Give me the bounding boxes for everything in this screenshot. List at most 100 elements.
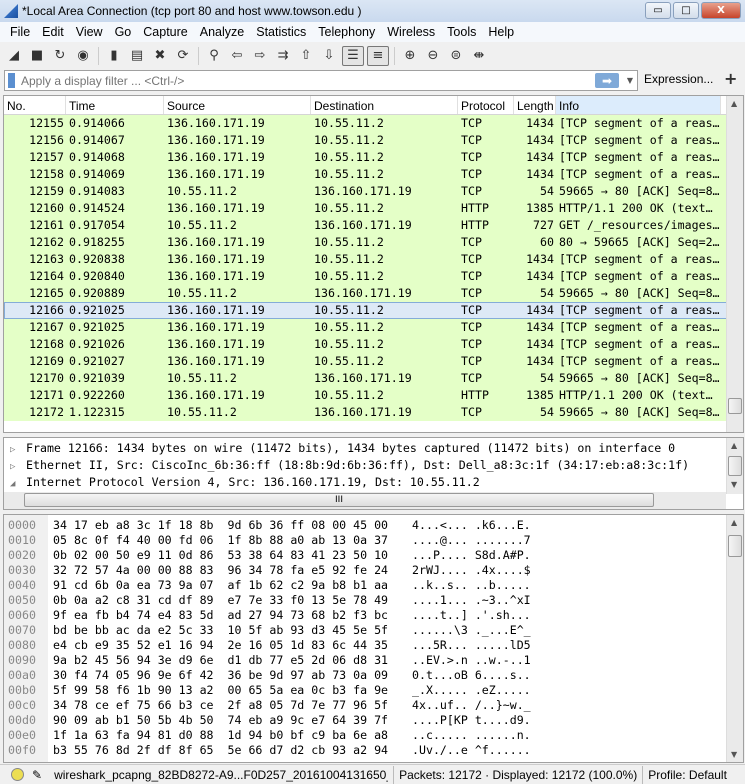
profile-label[interactable]: Profile: Default: [648, 768, 727, 782]
packet-row[interactable]: 12162 0.918255 136.160.171.19 10.55.11.2 TCP…: [4, 234, 743, 251]
start-capture-button[interactable]: ◢: [4, 46, 24, 66]
packet-row[interactable]: 12172 1.122315 10.55.11.2 136.160.171.19 TCP…: [4, 404, 743, 421]
hex-bytes[interactable]: bd be bb ac da e2 5c 33 10 5f ab 93 d3 4…: [53, 623, 388, 638]
packet-row[interactable]: 12169 0.921027 136.160.171.19 10.55.11.2 TCP…: [4, 353, 743, 370]
hex-ascii[interactable]: ...5R... .....lD5: [412, 638, 531, 653]
apply-filter-button[interactable]: ➡: [595, 73, 619, 88]
hex-ascii[interactable]: 4x..uf.. /..}~w._: [412, 698, 531, 713]
packet-row[interactable]: 12166 0.921025 136.160.171.19 10.55.11.2 TCP…: [4, 302, 743, 319]
expert-info-icon[interactable]: [11, 768, 24, 781]
menu-go[interactable]: Go: [109, 25, 138, 39]
maximize-button[interactable]: □: [673, 2, 699, 19]
hex-bytes[interactable]: 32 72 57 4a 00 00 88 83 96 34 78 fa e5 9…: [53, 563, 388, 578]
hex-ascii[interactable]: ......\3 ._...E^_: [412, 623, 531, 638]
hex-ascii[interactable]: .Uv./..e ^f......: [412, 743, 531, 758]
bytes-scrollbar[interactable]: ▲ ▼: [726, 515, 743, 762]
hex-ascii[interactable]: 4...<... .k6...E.: [412, 518, 531, 533]
edit-comment-icon[interactable]: ✎: [32, 768, 42, 782]
column-header-info[interactable]: Info: [556, 96, 721, 114]
hex-ascii[interactable]: ....t..] .'.sh...: [412, 608, 531, 623]
go-last-button[interactable]: ⇩: [319, 46, 339, 66]
hex-bytes[interactable]: 9f ea fb b4 74 e4 83 5d ad 27 94 73 68 b…: [53, 608, 388, 623]
hex-bytes[interactable]: 91 cd 6b 0a ea 73 9a 07 af 1b 62 c2 9a b…: [53, 578, 388, 593]
packet-row[interactable]: 12155 0.914066 136.160.171.19 10.55.11.2 TCP…: [4, 115, 743, 132]
hscroll-thumb[interactable]: III: [24, 493, 654, 507]
menu-analyze[interactable]: Analyze: [194, 25, 250, 39]
hex-bytes[interactable]: 0b 02 00 50 e9 11 0d 86 53 38 64 83 41 2…: [53, 548, 388, 563]
menu-telephony[interactable]: Telephony: [312, 25, 381, 39]
scroll-up-icon[interactable]: ▲: [731, 518, 737, 527]
capture-options-button[interactable]: ◉: [73, 46, 93, 66]
column-header-protocol[interactable]: Protocol: [458, 96, 514, 114]
filter-history-dropdown[interactable]: ▼: [623, 76, 637, 85]
menu-tools[interactable]: Tools: [441, 25, 482, 39]
menu-statistics[interactable]: Statistics: [250, 25, 312, 39]
scroll-thumb[interactable]: [728, 535, 742, 557]
packet-row[interactable]: 12156 0.914067 136.160.171.19 10.55.11.2 TCP…: [4, 132, 743, 149]
bookmark-icon[interactable]: [8, 73, 15, 88]
packet-row[interactable]: 12170 0.921039 10.55.11.2 136.160.171.19 TCP…: [4, 370, 743, 387]
packet-row[interactable]: 12159 0.914083 10.55.11.2 136.160.171.19 TCP…: [4, 183, 743, 200]
restart-capture-button[interactable]: ↻: [50, 46, 70, 66]
hex-ascii[interactable]: ..k..s.. ..b.....: [412, 578, 531, 593]
hex-ascii[interactable]: ....P[KP t....d9.: [412, 713, 531, 728]
hex-bytes[interactable]: 0b 0a a2 c8 31 cd df 89 e7 7e 33 f0 13 5…: [53, 593, 388, 608]
hex-bytes[interactable]: 5f 99 58 f6 1b 90 13 a2 00 65 5a ea 0c b…: [53, 683, 388, 698]
packet-list-scrollbar[interactable]: ▲: [726, 96, 743, 432]
detail-tree-item[interactable]: ◢ Internet Protocol Version 4, Src: 136.1…: [4, 474, 743, 491]
details-hscrollbar[interactable]: III: [4, 492, 726, 509]
column-header-source[interactable]: Source: [164, 96, 311, 114]
close-file-button[interactable]: ✖: [150, 46, 170, 66]
hex-ascii[interactable]: _.X..... .eZ.....: [412, 683, 531, 698]
hex-bytes[interactable]: 34 17 eb a8 3c 1f 18 8b 9d 6b 36 ff 08 0…: [53, 518, 388, 533]
packet-row[interactable]: 12168 0.921026 136.160.171.19 10.55.11.2 TCP…: [4, 336, 743, 353]
details-scrollbar[interactable]: ▲ ▼: [726, 438, 743, 494]
hex-ascii[interactable]: ....@... .......7: [412, 533, 531, 548]
column-header-destination[interactable]: Destination: [311, 96, 458, 114]
zoom-out-button[interactable]: ⊖: [423, 46, 443, 66]
detail-tree-item[interactable]: ▷ Frame 12166: 1434 bytes on wire (11472 …: [4, 440, 743, 457]
column-header-time[interactable]: Time: [66, 96, 164, 114]
hex-bytes[interactable]: 1f 1a 63 fa 94 81 d0 88 1d 94 b0 bf c9 b…: [53, 728, 388, 743]
packet-row[interactable]: 12157 0.914068 136.160.171.19 10.55.11.2 TCP…: [4, 149, 743, 166]
hex-bytes[interactable]: e4 cb e9 35 52 e1 16 94 2e 16 05 1d 83 6…: [53, 638, 388, 653]
scroll-down-icon[interactable]: ▼: [731, 750, 737, 759]
colorize-button[interactable]: ≡: [367, 45, 389, 66]
find-packet-button[interactable]: ⚲: [204, 46, 224, 66]
go-forward-button[interactable]: ⇨: [250, 46, 270, 66]
resize-columns-button[interactable]: ⇼: [469, 46, 489, 66]
go-back-button[interactable]: ⇦: [227, 46, 247, 66]
hex-ascii[interactable]: ..c..... ......n.: [412, 728, 531, 743]
go-to-packet-button[interactable]: ⇉: [273, 46, 293, 66]
close-button[interactable]: X: [701, 2, 741, 19]
packet-row[interactable]: 12171 0.922260 136.160.171.19 10.55.11.2 HTT…: [4, 387, 743, 404]
hex-ascii[interactable]: ..EV.>.n ..w.-..1: [412, 653, 531, 668]
packet-row[interactable]: 12165 0.920889 10.55.11.2 136.160.171.19 TCP…: [4, 285, 743, 302]
reload-file-button[interactable]: ⟳: [173, 46, 193, 66]
add-filter-button[interactable]: +: [724, 69, 737, 88]
packet-row[interactable]: 12158 0.914069 136.160.171.19 10.55.11.2 TCP…: [4, 166, 743, 183]
packet-row[interactable]: 12160 0.914524 136.160.171.19 10.55.11.2 HTT…: [4, 200, 743, 217]
expression-button[interactable]: Expression...: [644, 72, 713, 86]
hex-bytes[interactable]: b3 55 76 8d 2f df 8f 65 5e 66 d7 d2 cb 9…: [53, 743, 388, 758]
scroll-down-icon[interactable]: ▼: [731, 480, 737, 489]
scroll-thumb[interactable]: [728, 456, 742, 476]
collapse-arrow-icon[interactable]: ◢: [10, 476, 26, 493]
hex-ascii[interactable]: 2rWJ.... .4x....$: [412, 563, 531, 578]
packet-row[interactable]: 12163 0.920838 136.160.171.19 10.55.11.2 TCP…: [4, 251, 743, 268]
go-first-button[interactable]: ⇧: [296, 46, 316, 66]
hex-ascii[interactable]: 0.t...oB 6....s..: [412, 668, 531, 683]
menu-help[interactable]: Help: [482, 25, 520, 39]
detail-tree-item[interactable]: ▷ Ethernet II, Src: CiscoInc_6b:36:ff (18…: [4, 457, 743, 474]
stop-capture-button[interactable]: ■: [27, 46, 47, 66]
packet-row[interactable]: 12167 0.921025 136.160.171.19 10.55.11.2 TCP…: [4, 319, 743, 336]
save-file-button[interactable]: ▤: [127, 46, 147, 66]
menu-view[interactable]: View: [70, 25, 109, 39]
hex-bytes[interactable]: 90 09 ab b1 50 5b 4b 50 74 eb a9 9c e7 6…: [53, 713, 388, 728]
hex-ascii[interactable]: ...P.... S8d.A#P.: [412, 548, 531, 563]
hex-bytes[interactable]: 9a b2 45 56 94 3e d9 6e d1 db 77 e5 2d 0…: [53, 653, 388, 668]
menu-edit[interactable]: Edit: [36, 25, 70, 39]
hex-bytes[interactable]: 34 78 ce ef 75 66 b3 ce 2f a8 05 7d 7e 7…: [53, 698, 388, 713]
zoom-in-button[interactable]: ⊕: [400, 46, 420, 66]
packet-row[interactable]: 12164 0.920840 136.160.171.19 10.55.11.2 TCP…: [4, 268, 743, 285]
